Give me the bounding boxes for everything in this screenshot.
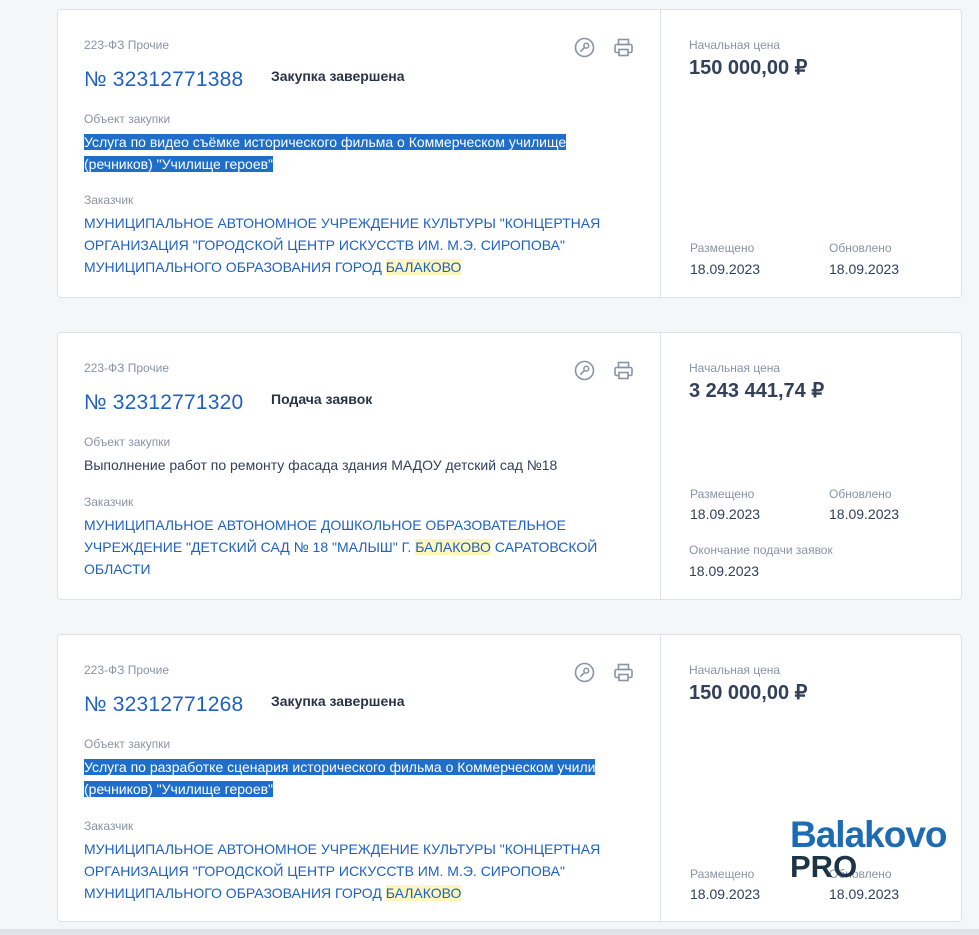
customer-label: Заказчик (84, 495, 134, 509)
purchase-number-link[interactable]: № 32312771388 (84, 68, 243, 92)
deadline-label: Окончание подачи заявок (689, 543, 833, 557)
watermark-logo: Balakovo PRO (790, 815, 948, 885)
status-badge: Подача заявок (271, 391, 373, 407)
law-type: 223-ФЗ Прочие (84, 38, 170, 52)
object-description: Услуга по разработке сценария историческ… (84, 756, 644, 800)
card-actions (574, 37, 634, 58)
printer-icon[interactable] (613, 360, 634, 381)
law-type: 223-ФЗ Прочие (84, 361, 170, 375)
updated-label: Обновлено (829, 487, 892, 501)
customer-line: ОРГАНИЗАЦИЯ "ГОРОДСКОЙ ЦЕНТР ИСКУССТВ ИМ… (84, 863, 565, 879)
customer-line: МУНИЦИПАЛЬНОЕ АВТОНОМНОЕ УЧРЕЖДЕНИЕ КУЛЬ… (84, 215, 601, 231)
customer-link[interactable]: МУНИЦИПАЛЬНОЕ АВТОНОМНОЕ УЧРЕЖДЕНИЕ КУЛЬ… (84, 212, 624, 278)
object-line: Выполнение работ по ремонту фасада здани… (84, 457, 558, 473)
card-actions (574, 360, 634, 381)
object-description: Выполнение работ по ремонту фасада здани… (84, 454, 624, 476)
object-line: (речников) "Училище героев" (84, 156, 274, 172)
updated-date: 18.09.2023 (829, 506, 900, 522)
card-main: 223-ФЗ Прочие № 32312771268 Закупка заве… (58, 635, 661, 921)
updated-label: Обновлено (829, 241, 892, 255)
price-value: 150 000,00 ₽ (689, 57, 808, 79)
customer-label: Заказчик (84, 193, 134, 207)
purchase-number-link[interactable]: № 32312771268 (84, 693, 243, 717)
search-highlight: БАЛАКОВО (385, 259, 462, 275)
price-label: Начальная цена (689, 38, 781, 52)
customer-line: МУНИЦИПАЛЬНОГО ОБРАЗОВАНИЯ ГОРОД (84, 885, 386, 901)
object-line: Услуга по видео съёмке исторического фил… (84, 134, 567, 150)
printer-icon[interactable] (613, 662, 634, 683)
search-highlight: БАЛАКОВО (385, 885, 462, 901)
customer-line: ОБЛАСТИ (84, 561, 151, 577)
object-label: Объект закупки (84, 112, 171, 126)
posted-label: Размещено (690, 487, 755, 501)
object-line: Услуга по разработке сценария историческ… (84, 759, 596, 775)
updated-date: 18.09.2023 (829, 261, 900, 277)
deadline-date: 18.09.2023 (689, 563, 760, 579)
object-line: (речников) "Училище героев" (84, 781, 274, 797)
card-main: 223-ФЗ Прочие № 32312771388 Закупка заве… (58, 10, 661, 297)
customer-line: МУНИЦИПАЛЬНОЕ АВТОНОМНОЕ ДОШКОЛЬНОЕ ОБРА… (84, 517, 567, 533)
document-key-icon[interactable] (574, 360, 595, 381)
card-main: 223-ФЗ Прочие № 32312771320 Подача заяво… (58, 333, 661, 599)
posted-date: 18.09.2023 (690, 506, 761, 522)
posted-date: 18.09.2023 (690, 261, 761, 277)
law-type: 223-ФЗ Прочие (84, 663, 170, 677)
status-badge: Закупка завершена (271, 693, 405, 709)
card-actions (574, 662, 634, 683)
customer-link[interactable]: МУНИЦИПАЛЬНОЕ АВТОНОМНОЕ УЧРЕЖДЕНИЕ КУЛЬ… (84, 838, 624, 904)
customer-link[interactable]: МУНИЦИПАЛЬНОЕ АВТОНОМНОЕ ДОШКОЛЬНОЕ ОБРА… (84, 514, 624, 580)
posted-label: Размещено (690, 867, 755, 881)
search-results: 223-ФЗ Прочие № 32312771388 Закупка заве… (0, 0, 979, 935)
posted-label: Размещено (690, 241, 755, 255)
customer-line: УЧРЕЖДЕНИЕ "ДЕТСКИЙ САД № 18 "МАЛЫШ" Г. (84, 539, 416, 555)
customer-label: Заказчик (84, 819, 134, 833)
price-value: 3 243 441,74 ₽ (689, 380, 825, 402)
document-key-icon[interactable] (574, 37, 595, 58)
scroll-edge (0, 929, 979, 935)
status-badge: Закупка завершена (271, 68, 405, 84)
price-label: Начальная цена (689, 663, 781, 677)
price-label: Начальная цена (689, 361, 781, 375)
customer-line: МУНИЦИПАЛЬНОГО ОБРАЗОВАНИЯ ГОРОД (84, 259, 386, 275)
price-value: 150 000,00 ₽ (689, 682, 808, 704)
document-key-icon[interactable] (574, 662, 595, 683)
card-side: Начальная цена 3 243 441,74 ₽ Размещено … (661, 333, 961, 599)
purchase-card: 223-ФЗ Прочие № 32312771388 Закупка заве… (57, 9, 962, 298)
customer-line: САРАТОВСКОЙ (490, 539, 598, 555)
watermark-bottom: PRO (790, 849, 858, 884)
customer-line: ОРГАНИЗАЦИЯ "ГОРОДСКОЙ ЦЕНТР ИСКУССТВ ИМ… (84, 237, 565, 253)
posted-date: 18.09.2023 (690, 886, 761, 902)
updated-date: 18.09.2023 (829, 886, 900, 902)
printer-icon[interactable] (613, 37, 634, 58)
card-side: Начальная цена 150 000,00 ₽ Размещено 18… (661, 10, 961, 297)
search-highlight: БАЛАКОВО (415, 539, 491, 555)
customer-line: МУНИЦИПАЛЬНОЕ АВТОНОМНОЕ УЧРЕЖДЕНИЕ КУЛЬ… (84, 841, 601, 857)
purchase-number-link[interactable]: № 32312771320 (84, 391, 243, 415)
purchase-card: 223-ФЗ Прочие № 32312771320 Подача заяво… (57, 332, 962, 600)
object-label: Объект закупки (84, 737, 171, 751)
object-description: Услуга по видео съёмке исторического фил… (84, 131, 624, 175)
object-label: Объект закупки (84, 435, 171, 449)
